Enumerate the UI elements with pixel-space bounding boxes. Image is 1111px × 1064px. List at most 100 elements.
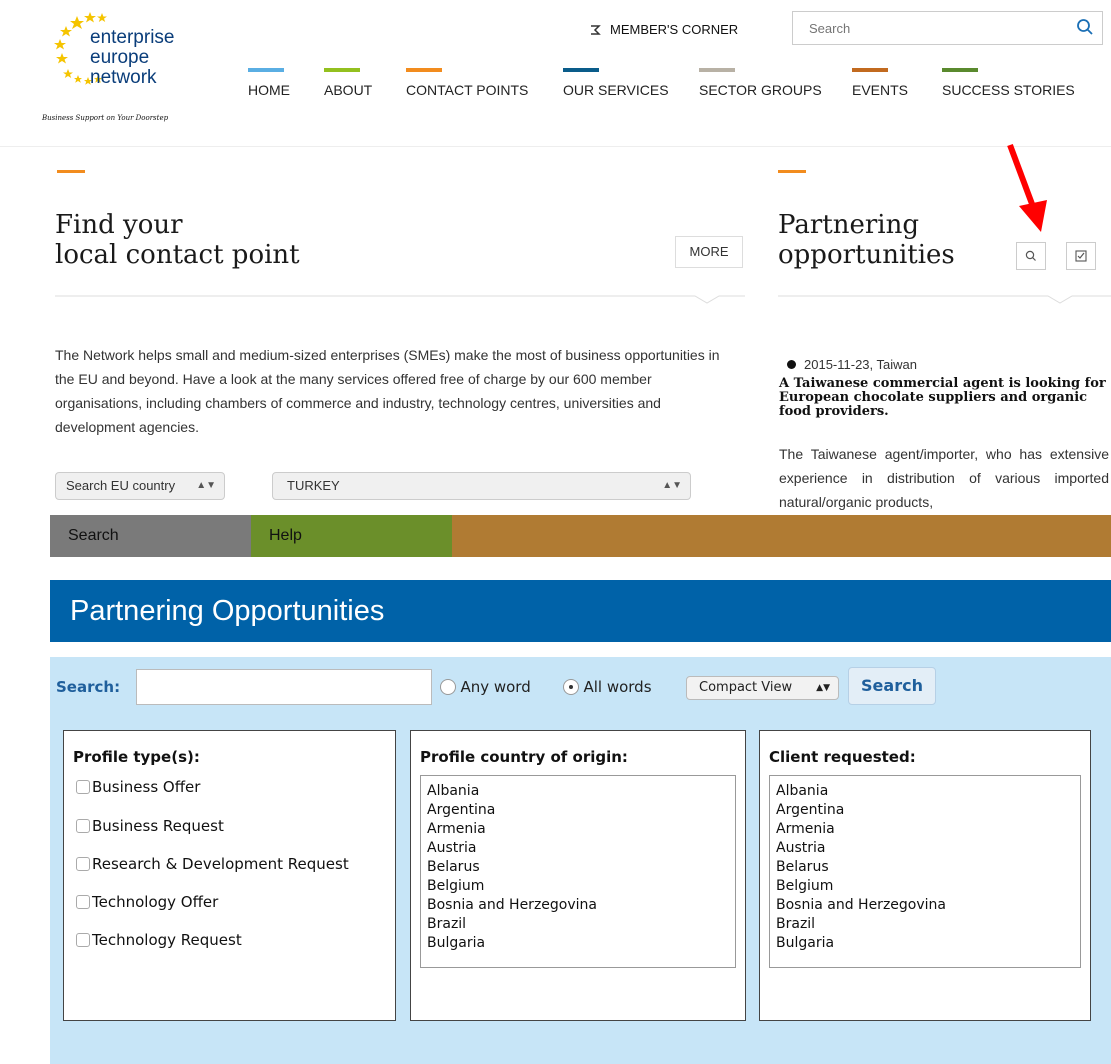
country-option[interactable]: Armenia — [421, 820, 735, 839]
profile-type-checkbox[interactable] — [76, 819, 90, 833]
nav-our-services-bar — [563, 68, 599, 72]
view-select[interactable]: Compact View ▲▼ — [686, 676, 839, 700]
nav-events[interactable]: EVENTS — [852, 68, 908, 98]
contact-divider — [55, 295, 745, 304]
country-option[interactable]: Argentina — [421, 801, 735, 820]
nav-contact-points-bar — [406, 68, 442, 72]
po-search-button[interactable]: Search — [848, 667, 936, 705]
client-box: Client requested: Albania Argentina Arme… — [759, 730, 1091, 1021]
country-option[interactable]: Bosnia and Herzegovina — [770, 896, 1080, 915]
profile-type-option[interactable]: Technology Request — [76, 931, 242, 949]
country-option[interactable]: Belgium — [421, 877, 735, 896]
profile-types-box: Profile type(s): Business Offer Business… — [63, 730, 396, 1021]
profile-type-label: Business Offer — [92, 778, 201, 796]
any-word-label: Any word — [460, 678, 531, 696]
news-meta: 2015-11-23, Taiwan — [787, 357, 917, 372]
nav-events-bar — [852, 68, 888, 72]
origin-title: Profile country of origin: — [420, 748, 628, 766]
all-words-radio[interactable] — [563, 679, 579, 695]
profile-type-checkbox[interactable] — [76, 895, 90, 909]
all-words-option[interactable]: All words — [563, 678, 652, 696]
country-option[interactable]: Brazil — [421, 915, 735, 934]
country-value-select[interactable]: TURKEY ▲▼ — [272, 472, 691, 500]
nav-home-label: HOME — [248, 82, 290, 98]
logo-tagline: Business Support on Your Doorstep — [42, 114, 169, 122]
any-word-radio[interactable] — [440, 679, 456, 695]
checkbox-icon — [1075, 250, 1087, 262]
more-button[interactable]: MORE — [675, 236, 743, 268]
any-word-option[interactable]: Any word — [440, 678, 531, 696]
contact-title-line-1: Find your — [55, 210, 183, 240]
tab-search[interactable]: Search — [50, 515, 251, 557]
annotation-arrow-icon — [1007, 143, 1047, 232]
country-option[interactable]: Albania — [421, 782, 735, 801]
country-option[interactable]: Albania — [770, 782, 1080, 801]
country-option[interactable]: Bulgaria — [421, 934, 735, 953]
main-nav: HOME ABOUT CONTACT POINTS OUR SERVICES S… — [0, 68, 1111, 108]
logo[interactable]: enterprise europe network Business Suppo… — [40, 8, 210, 126]
nav-about-label: ABOUT — [324, 82, 373, 98]
country-option[interactable]: Brazil — [770, 915, 1080, 934]
country-option[interactable]: Armenia — [770, 820, 1080, 839]
nav-events-label: EVENTS — [852, 82, 909, 98]
site-search — [792, 11, 1103, 45]
profile-type-option[interactable]: Business Offer — [76, 778, 200, 796]
bullet-icon — [787, 360, 796, 369]
contact-description: The Network helps small and medium-sized… — [55, 347, 720, 435]
site-search-input[interactable] — [807, 12, 1071, 44]
nav-our-services[interactable]: OUR SERVICES — [563, 68, 669, 98]
profile-type-option[interactable]: Business Request — [76, 817, 224, 835]
logo-line-2: europe — [90, 47, 150, 68]
profile-type-checkbox[interactable] — [76, 933, 90, 947]
partnering-checklist-button[interactable] — [1066, 242, 1096, 270]
country-option[interactable]: Austria — [421, 839, 735, 858]
country-option[interactable]: Belarus — [770, 858, 1080, 877]
tab-filler — [452, 515, 1111, 557]
nav-contact-points[interactable]: CONTACT POINTS — [406, 68, 528, 98]
contact-accent — [57, 170, 85, 173]
header-divider — [0, 146, 1111, 147]
nav-success-stories-label: SUCCESS STORIES — [942, 82, 1075, 98]
country-option[interactable]: Bulgaria — [770, 934, 1080, 953]
partnering-divider — [778, 295, 1111, 304]
nav-about-bar — [324, 68, 360, 72]
tab-bar: Search Help — [50, 515, 1111, 557]
profile-type-label: Business Request — [92, 817, 224, 835]
members-corner-link[interactable]: MEMBER'S CORNER — [588, 22, 738, 37]
profile-type-option[interactable]: Technology Offer — [76, 893, 218, 911]
nav-our-services-label: OUR SERVICES — [563, 82, 669, 98]
news-headline[interactable]: A Taiwanese commercial agent is looking … — [779, 377, 1109, 419]
profile-type-label: Technology Request — [92, 931, 242, 949]
country-option[interactable]: Belgium — [770, 877, 1080, 896]
select-arrow-icon: ▲▼ — [662, 480, 682, 491]
country-option[interactable]: Bosnia and Herzegovina — [421, 896, 735, 915]
contact-title-line-2: local contact point — [55, 240, 300, 270]
partnering-accent — [778, 170, 806, 173]
nav-sector-groups[interactable]: SECTOR GROUPS — [699, 68, 822, 98]
nav-success-stories-bar — [942, 68, 978, 72]
po-search-input[interactable] — [136, 669, 432, 705]
country-option[interactable]: Austria — [770, 839, 1080, 858]
profile-type-label: Research & Development Request — [92, 855, 349, 873]
origin-listbox[interactable]: Albania Argentina Armenia Austria Belaru… — [420, 775, 736, 968]
country-select[interactable]: Search EU country ▲▼ — [55, 472, 225, 500]
view-select-label: Compact View — [699, 680, 793, 695]
profile-types-title: Profile type(s): — [73, 748, 200, 766]
nav-about[interactable]: ABOUT — [324, 68, 372, 98]
nav-home[interactable]: HOME — [248, 68, 290, 98]
country-option[interactable]: Argentina — [770, 801, 1080, 820]
nav-contact-points-label: CONTACT POINTS — [406, 82, 529, 98]
search-icon[interactable] — [1076, 18, 1094, 36]
country-option[interactable]: Belarus — [421, 858, 735, 877]
client-listbox[interactable]: Albania Argentina Armenia Austria Belaru… — [769, 775, 1081, 968]
po-search-label: Search: — [56, 678, 121, 696]
profile-type-label: Technology Offer — [92, 893, 219, 911]
profile-type-option[interactable]: Research & Development Request — [76, 855, 349, 873]
nav-success-stories[interactable]: SUCCESS STORIES — [942, 68, 1075, 98]
profile-type-checkbox[interactable] — [76, 857, 90, 871]
partnering-search-button[interactable] — [1016, 242, 1046, 270]
members-corner-icon — [591, 24, 601, 35]
profile-type-checkbox[interactable] — [76, 780, 90, 794]
tab-help[interactable]: Help — [251, 515, 452, 557]
client-title: Client requested: — [769, 748, 916, 766]
